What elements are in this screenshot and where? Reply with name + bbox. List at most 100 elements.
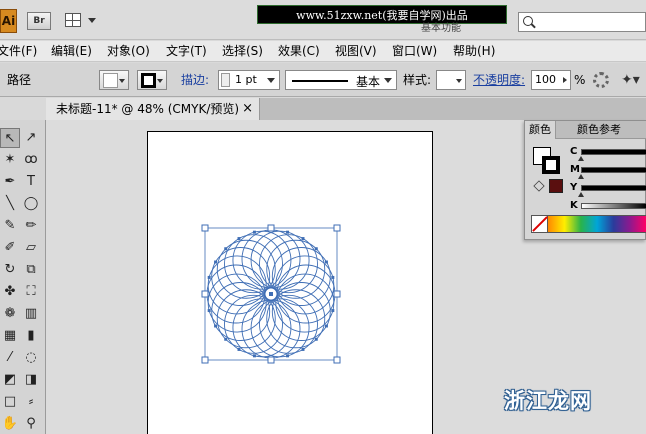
chevron-down-icon [119,79,125,83]
menu-type[interactable]: 文字(T) [166,43,207,60]
menu-effect[interactable]: 效果(C) [278,43,320,60]
bridge-button[interactable]: Br [27,12,51,30]
slider-track[interactable] [581,149,646,155]
yellow-slider[interactable]: Y [570,182,646,198]
tab-color-guide[interactable]: 颜色参考 [573,121,625,139]
artboard-tool[interactable]: □ [0,392,20,412]
color-spectrum-bar[interactable] [531,215,646,233]
chevron-down-icon [88,18,96,23]
menu-edit[interactable]: 编辑(E) [51,43,92,60]
pen-tool[interactable]: ✒ [0,172,20,192]
opacity-label[interactable]: 不透明度: [473,72,525,88]
live-paint-selection-tool[interactable]: ◨ [21,370,41,390]
scale-tool[interactable]: ⧉ [21,260,41,280]
control-bar: 路径 描边: 1 pt 基本 样式: 不透明度: 100 % ✦▾ [0,63,646,97]
brush-options-icon[interactable]: ✦▾ [621,71,641,89]
magenta-slider[interactable]: M [570,164,646,180]
mesh-tool[interactable]: ▦ [0,326,20,346]
bounding-box-handle[interactable] [201,290,209,298]
menu-object[interactable]: 对象(O) [107,43,150,60]
symbol-sprayer-tool[interactable]: ❁ [0,304,20,324]
slider-track[interactable] [581,167,646,173]
selection-tool[interactable]: ↖ [0,128,20,148]
slice-tool[interactable]: ⸗ [21,392,41,412]
tab-document[interactable]: 未标题-11* @ 48% (CMYK/预览) × [46,98,260,120]
cyan-slider[interactable]: C [570,146,646,162]
recolor-artwork-icon[interactable] [593,72,609,88]
slider-track[interactable] [581,185,646,191]
fill-color-button[interactable] [99,70,129,90]
anchor-point [237,237,241,241]
bounding-box-handle[interactable] [267,224,275,232]
arrange-documents-button[interactable] [65,12,97,30]
fill-swatch [103,73,118,88]
stroke-color-box[interactable] [542,156,560,174]
hand-tool[interactable]: ✋ [0,414,20,434]
pencil-tool[interactable]: ✏ [21,216,41,236]
blob-brush-tool[interactable]: ✐ [0,238,20,258]
anchor-point [324,260,328,264]
menu-file[interactable]: 文件(F) [0,43,37,60]
width-tool[interactable]: ✤ [0,282,20,302]
close-icon[interactable]: × [242,98,253,120]
slider-knob[interactable] [578,156,584,161]
menu-view[interactable]: 视图(V) [335,43,377,60]
gamut-swatch[interactable] [549,179,563,193]
live-paint-bucket-tool[interactable]: ◩ [0,370,20,390]
chevron-right-icon [563,77,567,83]
anchor-point [314,337,318,341]
type-tool[interactable]: T [21,172,41,192]
bounding-box-handle[interactable] [333,356,341,364]
channel-label: C [570,146,578,157]
title-bar: Ai Br www.51zxw.net(我要自学网)出品 基本功能 [0,0,646,40]
anchor-point [214,324,218,328]
rotate-tool[interactable]: ↻ [0,260,20,280]
direct-selection-tool[interactable]: ↗ [21,128,41,148]
app-logo: Ai [0,9,17,33]
eraser-tool[interactable]: ▱ [21,238,41,258]
eyedropper-tool[interactable]: ⁄ [0,348,20,368]
none-color-swatch[interactable] [532,216,548,232]
zoom-tool[interactable]: ⚲ [21,414,41,434]
free-transform-tool[interactable]: ⛶ [21,282,41,302]
anchor-point [331,275,335,279]
tools-panel: ↖ ↗ ✶ ꝏ ✒ T ╲ ◯ ✎ ✏ ✐ ▱ ↻ ⧉ ✤ ⛶ ❁ ▥ ▦ ▮ ⁄ ◌ ◩ ◨ □ ⸗ ✋ ⚲ [0,120,46,434]
bounding-box-handle[interactable] [333,224,341,232]
opacity-value: 100 [535,73,556,86]
menu-select[interactable]: 选择(S) [222,43,263,60]
stroke-label[interactable]: 描边: [181,72,209,88]
anchor-point [286,230,290,234]
black-slider[interactable]: K [570,200,646,216]
slider-knob[interactable] [578,174,584,179]
line-tool[interactable]: ╲ [0,194,20,214]
bounding-box-handle[interactable] [201,356,209,364]
stroke-weight-field[interactable]: 1 pt [218,70,280,90]
variable-width-profile-select[interactable]: 基本 [285,70,397,90]
opacity-input[interactable]: 100 [531,70,571,90]
lasso-tool[interactable]: ꝏ [21,150,41,170]
blend-tool[interactable]: ◌ [21,348,41,368]
slider-track[interactable] [581,203,646,209]
workspace-switcher[interactable]: 基本功能 [421,22,501,36]
stroke-weight-stepper[interactable] [221,73,230,87]
search-input[interactable] [518,12,646,32]
graphic-style-select[interactable] [436,70,466,90]
document-tab-bar: 未标题-11* @ 48% (CMYK/预览) × [46,98,646,120]
menu-window[interactable]: 窗口(W) [392,43,437,60]
column-graph-tool[interactable]: ▥ [21,304,41,324]
bounding-box-handle[interactable] [267,356,275,364]
paintbrush-tool[interactable]: ✎ [0,216,20,236]
style-label: 样式: [403,73,432,87]
ellipse-tool[interactable]: ◯ [21,194,41,214]
menu-help[interactable]: 帮助(H) [453,43,495,60]
stroke-color-button[interactable] [137,70,167,90]
selection-type-label: 路径 [7,73,32,87]
slider-knob[interactable] [578,192,584,197]
bounding-box-handle[interactable] [333,290,341,298]
tab-color[interactable]: 颜色 [525,121,556,139]
gradient-tool[interactable]: ▮ [21,326,41,346]
anchor-point [301,347,305,351]
magic-wand-tool[interactable]: ✶ [0,150,20,170]
bounding-box-handle[interactable] [201,224,209,232]
out-of-gamut-icon[interactable] [533,180,545,192]
